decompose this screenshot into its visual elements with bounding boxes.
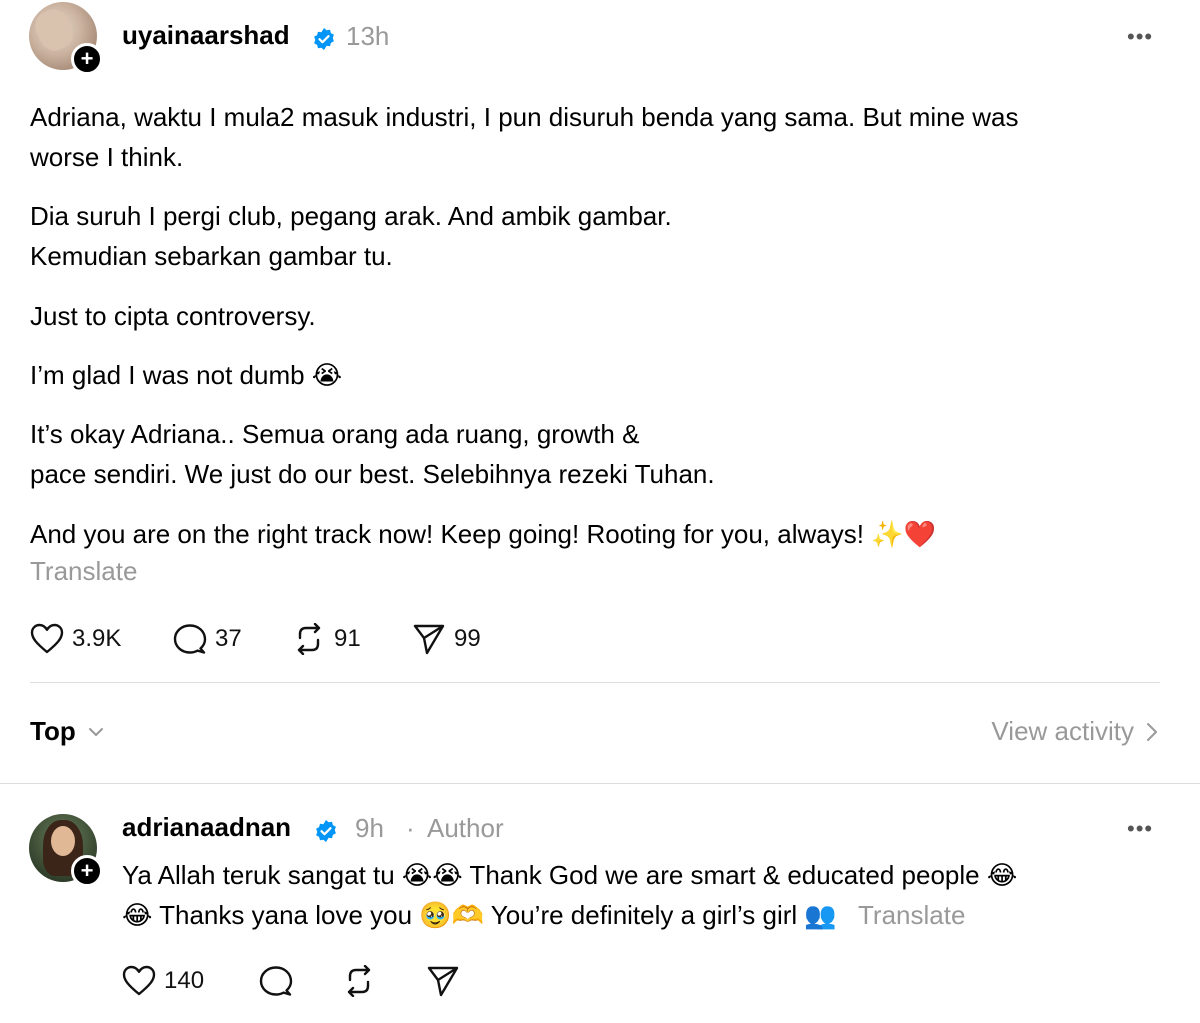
chevron-down-icon xyxy=(88,727,103,736)
translate-link[interactable]: Translate xyxy=(30,556,137,587)
heart-icon xyxy=(30,623,64,654)
repost-icon xyxy=(297,623,321,655)
avatar-photo xyxy=(30,4,78,56)
comment-icon xyxy=(173,624,207,654)
sort-dropdown[interactable]: Top xyxy=(30,716,104,747)
text-line: And you are on the right track now! Keep… xyxy=(30,519,936,549)
text-line: Ya Allah teruk sangat tu 😭😭 Thank God we… xyxy=(122,860,1018,890)
reply-username[interactable]: adrianaadnan xyxy=(122,812,291,843)
post: + uyainaarshad 13h ••• Adriana, waktu I … xyxy=(0,0,1200,757)
repost-button[interactable] xyxy=(342,965,384,997)
post-timestamp: 13h xyxy=(346,21,390,51)
send-icon xyxy=(413,624,445,655)
comment-icon xyxy=(259,966,293,996)
chevron-right-icon xyxy=(1147,722,1157,741)
post-username[interactable]: uyainaarshad xyxy=(122,20,290,51)
text-line-2: 😂 Thanks yana love you 🥹🫶 You’re definit… xyxy=(122,895,1182,935)
repost-button[interactable]: 91 xyxy=(292,623,361,655)
reply-timestamp: 9h xyxy=(355,813,384,843)
share-button[interactable]: 99 xyxy=(412,623,481,655)
post-paragraph-1: Adriana, waktu I mula2 masuk industri, I… xyxy=(30,97,1019,177)
translate-link[interactable]: Translate xyxy=(858,900,965,930)
text-line: I’m glad I was not dumb 😭 xyxy=(30,360,343,390)
avatar-face xyxy=(51,826,75,856)
comment-button[interactable]: 37 xyxy=(173,623,242,655)
verified-badge-icon xyxy=(316,820,336,842)
post-paragraph-5: It’s okay Adriana.. Semua orang ada ruan… xyxy=(30,414,715,494)
post-paragraph-3: Just to cipta controversy. xyxy=(30,296,316,336)
view-activity-label: View activity xyxy=(991,716,1134,746)
section-divider xyxy=(0,783,1200,784)
more-options-icon[interactable]: ••• xyxy=(1127,24,1153,50)
share-count: 99 xyxy=(454,625,481,652)
post-paragraph-4: I’m glad I was not dumb 😭 xyxy=(30,355,342,395)
verified-badge-icon xyxy=(314,28,334,50)
text-line: Adriana, waktu I mula2 masuk industri, I… xyxy=(30,102,1019,132)
follow-plus-icon[interactable]: + xyxy=(71,43,103,75)
more-options-icon[interactable]: ••• xyxy=(1127,816,1153,842)
separator-dot: · xyxy=(406,813,415,843)
text-line: Just to cipta controversy. xyxy=(30,301,316,331)
like-count: 3.9K xyxy=(72,625,122,652)
sort-label: Top xyxy=(30,716,76,746)
comment-button[interactable] xyxy=(259,965,301,997)
divider xyxy=(30,682,1160,683)
post-paragraph-6: And you are on the right track now! Keep… xyxy=(30,514,936,554)
post-paragraph-2: Dia suruh I pergi club, pegang arak. And… xyxy=(30,196,672,276)
reply-body: Ya Allah teruk sangat tu 😭😭 Thank God we… xyxy=(122,855,1182,935)
text-line: Dia suruh I pergi club, pegang arak. And… xyxy=(30,201,672,231)
text-line: Kemudian sebarkan gambar tu. xyxy=(30,241,393,271)
text-line: 😂 Thanks yana love you 🥹🫶 You’re definit… xyxy=(122,900,837,930)
text-line: pace sendiri. We just do our best. Seleb… xyxy=(30,459,715,489)
author-badge: Author xyxy=(427,813,504,843)
share-button[interactable] xyxy=(426,965,468,997)
like-button[interactable]: 140 xyxy=(122,965,204,997)
like-button[interactable]: 3.9K xyxy=(30,623,121,655)
follow-plus-icon[interactable]: + xyxy=(71,855,103,887)
view-activity-link[interactable]: View activity xyxy=(991,716,1158,747)
text-line: It’s okay Adriana.. Semua orang ada ruan… xyxy=(30,419,640,449)
repost-count: 91 xyxy=(334,625,361,652)
comment-count: 37 xyxy=(215,625,242,652)
send-icon xyxy=(427,966,459,997)
heart-icon xyxy=(122,965,156,996)
repost-icon xyxy=(347,965,371,997)
text-line: worse I think. xyxy=(30,142,184,172)
like-count: 140 xyxy=(164,967,205,994)
